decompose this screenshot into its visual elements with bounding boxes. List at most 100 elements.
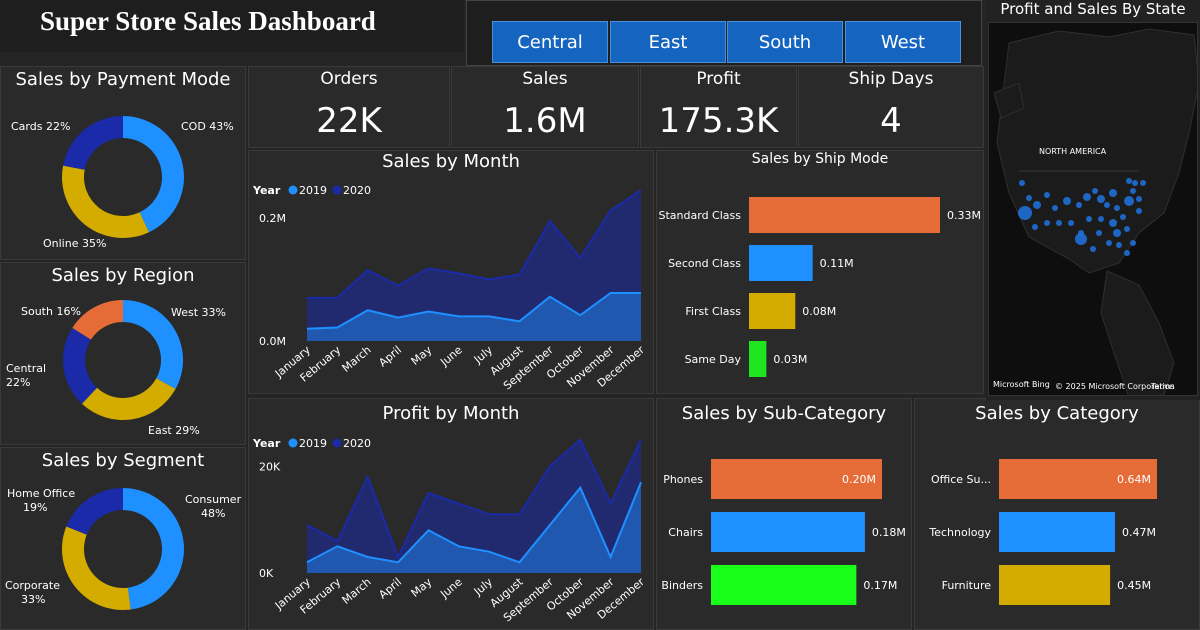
kpi-ship-days: Ship Days 4 (798, 66, 984, 148)
state-bubble[interactable] (1076, 202, 1082, 208)
state-bubble[interactable] (1116, 242, 1122, 248)
state-bubble[interactable] (1052, 205, 1058, 211)
state-bubble[interactable] (1098, 216, 1104, 222)
state-bubble[interactable] (1109, 219, 1117, 227)
bar-category-label: Second Class (668, 257, 741, 270)
bar-value-label: 0.17M (863, 579, 897, 592)
segment-donut-chart: Consumer 48% Corporate 33% Home Office 19% (5, 487, 242, 610)
legend-title: Year (252, 437, 281, 450)
state-bubble[interactable] (1132, 180, 1138, 186)
bar-category-label: Same Day (685, 353, 742, 366)
x-tick-label: June (437, 343, 465, 369)
state-bubble[interactable] (1109, 189, 1117, 197)
region-button-east[interactable]: East (610, 21, 726, 63)
kpi-orders: Orders 22K (248, 66, 450, 148)
state-bubble[interactable] (1106, 240, 1112, 246)
state-bubble[interactable] (1124, 250, 1130, 256)
state-bubble[interactable] (1126, 178, 1132, 184)
state-bubble[interactable] (1113, 229, 1121, 237)
kpi-value: 175.3K (658, 101, 779, 141)
bar-value-label: 0.33M (947, 209, 981, 222)
bar-value-label: 0.18M (872, 526, 906, 539)
state-bubble[interactable] (1136, 208, 1142, 214)
donut-slice[interactable] (123, 116, 184, 233)
state-bubble[interactable] (1018, 206, 1032, 220)
donut-slice[interactable] (81, 378, 176, 420)
state-bubble[interactable] (1044, 220, 1050, 226)
state-bubble[interactable] (1056, 220, 1062, 226)
slice-label: Corporate 33% (5, 579, 60, 606)
region-button-central[interactable]: Central (492, 21, 608, 63)
kpi-profit: Profit 175.3K (640, 66, 797, 148)
kpi-sales: Sales 1.6M (451, 66, 639, 148)
sub-category-panel: Sales by Sub-Category Phones 0.20M Chairs 0… (656, 398, 912, 630)
sub-category-bar-chart: Phones 0.20M Chairs 0.18M Binders 0.17M (661, 459, 906, 605)
bar[interactable] (711, 565, 857, 605)
y-tick-label: 0.0M (259, 335, 286, 348)
state-bubble[interactable] (1104, 202, 1110, 208)
bar-category-label: Standard Class (659, 209, 742, 222)
state-bubble[interactable] (1092, 188, 1098, 194)
map-svg: NORTH AMERICA Microsoft Bing © 2025 Micr… (993, 28, 1197, 395)
state-bubble[interactable] (1096, 230, 1102, 236)
donut-slice[interactable] (63, 327, 97, 404)
profit-by-month-area-chart: Year 2019 20200K20KJanuaryFebruaryMarch Apr… (252, 437, 647, 624)
state-bubble[interactable] (1130, 240, 1136, 246)
map-area[interactable]: NORTH AMERICA Microsoft Bing © 2025 Micr… (988, 22, 1198, 396)
map-region-label: NORTH AMERICA (1039, 147, 1107, 156)
slice-label-pct: 48% (201, 507, 225, 520)
slice-label: Consumer 48% (185, 493, 242, 520)
kpi-value: 1.6M (503, 101, 587, 141)
x-tick-label: July (471, 575, 496, 599)
region-button-west[interactable]: West (845, 21, 961, 63)
state-bubble[interactable] (1130, 188, 1136, 194)
state-bubble[interactable] (1019, 180, 1025, 186)
bar[interactable] (749, 197, 940, 233)
bar-value-label: 0.64M (1117, 473, 1151, 486)
bar[interactable] (999, 512, 1116, 552)
state-bubble[interactable] (1032, 224, 1038, 230)
ship-mode-panel: Sales by Ship Mode Standard Class 0.33M Se… (656, 150, 984, 394)
y-tick-label: 0.2M (259, 212, 286, 225)
state-bubble[interactable] (1136, 196, 1142, 202)
state-bubble[interactable] (1140, 180, 1146, 186)
bar-category-label: Furniture (942, 579, 992, 592)
state-bubble[interactable] (1063, 197, 1071, 205)
bar-category-label: First Class (685, 305, 741, 318)
bar[interactable] (749, 341, 767, 377)
state-bubble[interactable] (1026, 195, 1032, 201)
map-attribution-logo: Microsoft Bing (993, 380, 1050, 389)
state-bubble[interactable] (1114, 205, 1120, 211)
slice-label-name: Central (6, 362, 46, 375)
donut-slice[interactable] (63, 116, 123, 170)
bar[interactable] (749, 245, 813, 281)
region-button-south[interactable]: South (727, 21, 843, 63)
kpi-label: Sales (522, 69, 568, 89)
bar[interactable] (711, 512, 865, 552)
donut-slice[interactable] (61, 526, 131, 610)
state-bubble[interactable] (1097, 195, 1105, 203)
state-bubble[interactable] (1086, 216, 1092, 222)
kpi-value: 22K (316, 101, 382, 141)
state-bubble[interactable] (1033, 201, 1041, 209)
state-bubble[interactable] (1124, 196, 1134, 206)
map-terms-link[interactable]: Terms (1150, 382, 1175, 391)
bar-value-label: 0.47M (1122, 526, 1156, 539)
bar-category-label: Phones (663, 473, 703, 486)
state-bubble[interactable] (1124, 226, 1130, 232)
region-donut-chart: West 33% East 29% Central 22% South 16% (6, 300, 226, 437)
donut-slice[interactable] (62, 165, 149, 238)
state-bubble[interactable] (1120, 214, 1126, 220)
bar[interactable] (999, 565, 1111, 605)
legend-marker (288, 185, 298, 195)
x-tick-label: April (376, 343, 404, 369)
kpi-label: Ship Days (848, 69, 934, 89)
donut-slice[interactable] (123, 488, 184, 610)
slice-label-name: Home Office (7, 487, 75, 500)
bar[interactable] (749, 293, 796, 329)
state-bubble[interactable] (1083, 193, 1091, 201)
state-bubble[interactable] (1068, 220, 1074, 226)
state-bubble[interactable] (1075, 233, 1087, 245)
state-bubble[interactable] (1090, 246, 1096, 252)
state-bubble[interactable] (1044, 192, 1050, 198)
